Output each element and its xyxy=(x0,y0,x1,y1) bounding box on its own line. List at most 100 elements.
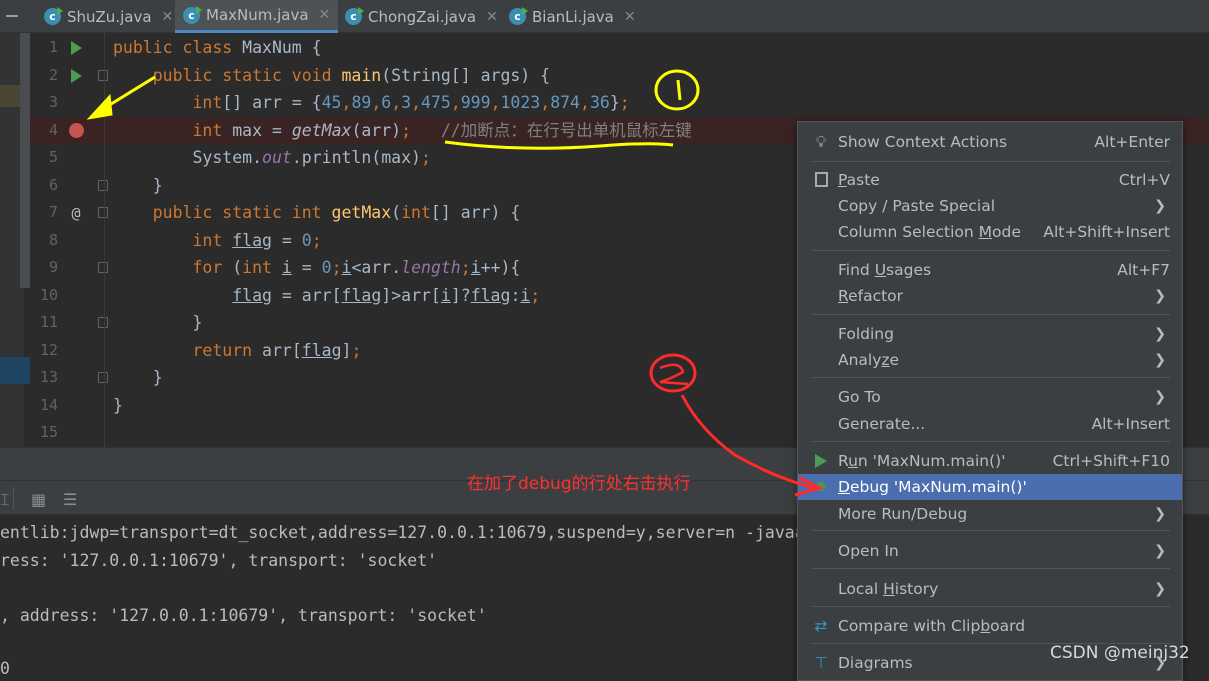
code-token: = xyxy=(291,258,322,277)
code-token: public static void xyxy=(113,65,342,85)
menu-item-label: More Run/Debug xyxy=(838,505,968,523)
menu-item-show-context-actions[interactable]: 💡︎ Show Context Actions Alt+Enter xyxy=(798,129,1182,155)
menu-item-open-in[interactable]: Open In ❯ xyxy=(798,538,1182,564)
menu-item-more-run-debug[interactable]: More Run/Debug ❯ xyxy=(798,501,1182,527)
menu-item-generate[interactable]: Generate... Alt+Insert xyxy=(798,411,1182,437)
line-number[interactable]: 9 xyxy=(30,254,58,281)
shortcut: Alt+Enter xyxy=(1094,133,1170,151)
code-line[interactable]: 3 int[] arr = {45,89,6,3,475,999,1023,87… xyxy=(30,89,1209,116)
menu-item-label: Diagrams xyxy=(838,654,913,672)
tab-maxnum[interactable]: c MaxNum.java ✕ xyxy=(175,0,339,33)
code-token: 6 xyxy=(381,93,392,112)
collapse-icon[interactable] xyxy=(6,15,18,17)
line-number[interactable]: 15 xyxy=(30,419,58,446)
code-token: int xyxy=(113,93,223,112)
code-token: , xyxy=(540,93,551,112)
chevron-right-icon: ❯ xyxy=(1154,326,1166,342)
fold-icon[interactable] xyxy=(98,179,108,191)
run-icon xyxy=(811,448,831,476)
menu-item-go-to[interactable]: Go To ❯ xyxy=(798,384,1182,410)
settings-list-icon[interactable]: ☰ xyxy=(63,490,77,509)
close-icon[interactable]: ✕ xyxy=(624,9,636,25)
menu-item-label: Generate... xyxy=(838,415,926,433)
code-token: for xyxy=(113,258,233,277)
fold-icon[interactable] xyxy=(98,262,108,273)
shortcut: Alt+F7 xyxy=(1117,261,1170,279)
menu-item-refactor[interactable]: Refactor ❯ xyxy=(798,283,1182,309)
close-icon[interactable]: ✕ xyxy=(319,7,331,23)
fold-icon[interactable] xyxy=(98,372,108,383)
code-token: : xyxy=(510,285,521,305)
code-token: main xyxy=(341,65,382,85)
tab-shuzu[interactable]: c ShuZu.java ✕ xyxy=(36,0,181,33)
code-token: , xyxy=(411,93,421,112)
menu-item-label: Show Context Actions xyxy=(838,133,1008,151)
menu-item-debug-maxnum-main[interactable]: ✹ Debug 'MaxNum.main()' xyxy=(798,474,1182,500)
code-token: (arr) xyxy=(351,120,402,140)
menu-item-label: Open In xyxy=(838,542,899,560)
calculator-icon[interactable]: ▦ xyxy=(31,490,46,509)
console-line: entlib:jdwp=transport=dt_socket,address=… xyxy=(0,523,914,542)
code-token: ] xyxy=(341,340,352,360)
menu-item-label: Copy / Paste Special xyxy=(838,197,996,215)
menu-item-label: Refactor xyxy=(838,287,904,305)
line-number[interactable]: 2 xyxy=(30,62,58,89)
menu-item-paste[interactable]: Paste Ctrl+V xyxy=(798,167,1182,193)
menu-item-find-usages[interactable]: Find Usages Alt+F7 xyxy=(798,257,1182,283)
code-token: 45 xyxy=(321,93,342,112)
code-token: (String[] args) { xyxy=(381,65,551,85)
tab-bianli[interactable]: c BianLi.java ✕ xyxy=(501,0,644,33)
close-icon[interactable]: ✕ xyxy=(162,9,174,25)
code-token: ; xyxy=(311,230,322,250)
code-token: 0 xyxy=(301,230,312,250)
code-token: ++){ xyxy=(480,258,521,277)
fold-icon[interactable] xyxy=(98,207,108,218)
chevron-right-icon: ❯ xyxy=(1154,198,1166,214)
code-line[interactable]: 2 public static void main(String[] args)… xyxy=(30,62,1209,89)
line-number[interactable]: 5 xyxy=(30,144,58,171)
line-number[interactable]: 6 xyxy=(30,172,58,199)
code-line[interactable]: 1 public class MaxNum { xyxy=(30,34,1209,61)
run-icon[interactable] xyxy=(70,41,82,55)
scrollbar[interactable] xyxy=(20,33,30,288)
java-class-icon: c xyxy=(183,5,202,24)
menu-item-label: Paste xyxy=(838,171,880,189)
line-number[interactable]: 14 xyxy=(30,392,58,419)
fold-icon[interactable] xyxy=(98,69,108,81)
menu-item-local-history[interactable]: Local History ❯ xyxy=(798,576,1182,602)
code-token: } xyxy=(113,368,163,387)
line-number[interactable]: 1 xyxy=(30,34,58,61)
menu-item-copy-paste-special[interactable]: Copy / Paste Special ❯ xyxy=(798,193,1182,219)
tab-chongzai[interactable]: c ChongZai.java ✕ xyxy=(337,0,506,33)
line-number[interactable]: 11 xyxy=(30,309,58,336)
close-icon[interactable]: ✕ xyxy=(486,9,498,25)
code-token: 874 xyxy=(550,93,580,112)
line-number[interactable]: 8 xyxy=(30,227,58,254)
toolbar-icon[interactable]: ⌶ xyxy=(0,490,10,510)
chevron-right-icon: ❯ xyxy=(1154,581,1166,597)
menu-item-run-maxnum-main[interactable]: Run 'MaxNum.main()' Ctrl+Shift+F10 xyxy=(798,448,1182,474)
code-token: ; xyxy=(401,120,412,140)
code-token: ]>arr[ xyxy=(381,285,441,305)
line-number[interactable]: 4 xyxy=(30,117,58,144)
line-number[interactable]: 12 xyxy=(30,337,58,364)
code-token: flag xyxy=(301,340,342,360)
line-number[interactable]: 7 xyxy=(30,199,58,226)
breakpoint-icon[interactable] xyxy=(68,122,84,138)
menu-item-analyze[interactable]: Analyze ❯ xyxy=(798,347,1182,373)
line-number[interactable]: 3 xyxy=(30,89,58,116)
menu-item-compare-with-clipboard[interactable]: ⇄ Compare with Clipboard xyxy=(798,613,1182,639)
diagram-icon: ⊤ xyxy=(814,654,828,672)
menu-item-folding[interactable]: Folding ❯ xyxy=(798,321,1182,347)
annotation-note: 在加了debug的行处右击执行 xyxy=(467,474,691,494)
line-number[interactable]: 13 xyxy=(30,364,58,391)
code-token: int xyxy=(242,258,282,277)
run-icon[interactable] xyxy=(70,68,82,83)
menu-item-column-selection-mode[interactable]: Column Selection Mode Alt+Shift+Insert xyxy=(798,219,1182,245)
line-number[interactable]: 10 xyxy=(30,282,58,309)
code-token: .println(max) xyxy=(291,148,421,167)
fold-icon[interactable] xyxy=(98,317,108,328)
menu-item-label: Folding xyxy=(838,325,894,343)
implements-icon[interactable]: @ xyxy=(71,204,80,222)
